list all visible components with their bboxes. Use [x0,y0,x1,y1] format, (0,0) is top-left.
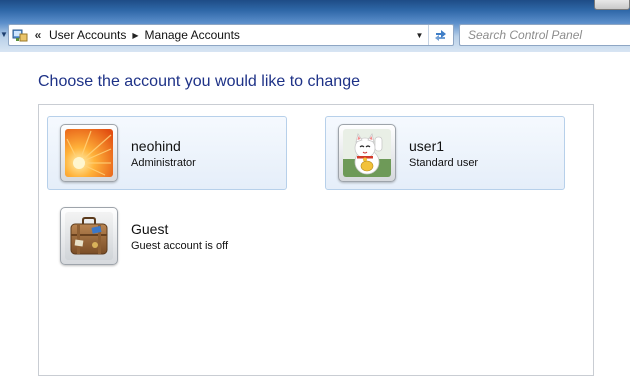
control-panel-icon [9,25,31,45]
refresh-icon[interactable] [429,25,453,45]
lucky-cat-avatar-icon [343,129,391,177]
breadcrumb-user-accounts[interactable]: User Accounts [45,28,130,42]
page-title: Choose the account you would like to cha… [38,73,360,90]
orange-flower-avatar-icon [65,129,113,177]
avatar [338,124,396,182]
account-name: neohind [131,138,181,154]
chevron-right-icon[interactable]: ▶ [130,31,140,40]
account-type: Administrator [131,157,196,169]
avatar [60,124,118,182]
avatar [60,207,118,265]
breadcrumb-manage-accounts[interactable]: Manage Accounts [141,28,244,42]
account-tile-guest[interactable]: Guest Guest account is off [47,199,287,273]
back-forward-edge[interactable]: ▼ [0,27,8,43]
window-close-button[interactable] [594,0,630,10]
chevron-down-icon[interactable]: ▼ [411,25,429,45]
account-type: Guest account is off [131,240,229,252]
account-type: Standard user [409,157,479,169]
suitcase-avatar-icon [65,212,113,260]
address-bar[interactable]: « User Accounts ▶ Manage Accounts ▼ [8,24,454,46]
account-tile-neohind[interactable]: neohind Administrator [47,116,287,190]
search-input[interactable] [459,24,630,46]
account-tile-user1[interactable]: user1 Standard user [325,116,565,190]
account-name: user1 [409,138,445,154]
breadcrumb-overflow-button[interactable]: « [31,28,45,42]
account-name: Guest [131,221,169,237]
